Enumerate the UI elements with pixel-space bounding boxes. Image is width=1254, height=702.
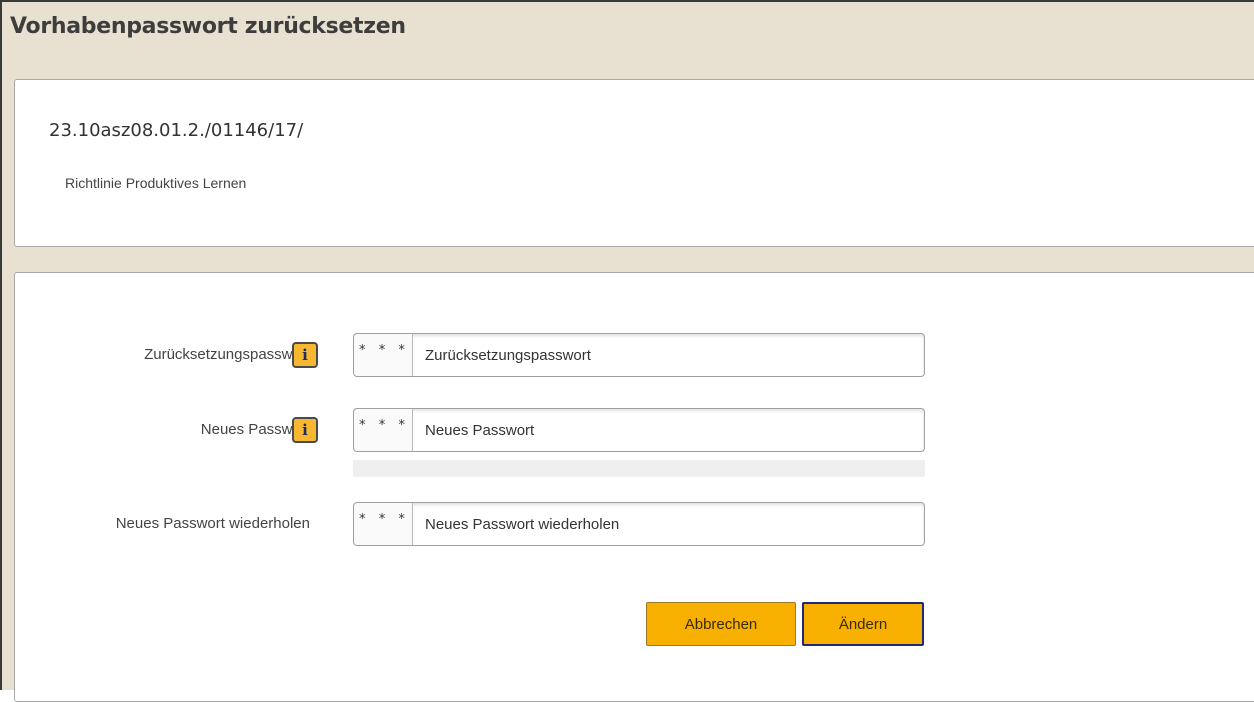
project-info-panel: 23.10asz08.01.2./01146/17/ Richtlinie Pr… (14, 79, 1254, 247)
info-icon[interactable]: i (292, 342, 318, 368)
new-password-row: Neues Passwort i * * * (15, 408, 1015, 477)
password-mask-icon: * * * (354, 334, 413, 376)
new-password-field: * * * (353, 408, 925, 452)
dialog-title: Vorhabenpasswort zurücksetzen (10, 14, 406, 39)
repeat-password-field: * * * (353, 502, 925, 546)
project-id: 23.10asz08.01.2./01146/17/ (49, 120, 304, 141)
project-name: Richtlinie Produktives Lernen (65, 175, 247, 191)
reset-password-input[interactable] (413, 334, 923, 376)
reset-password-dialog: Vorhabenpasswort zurücksetzen 23.10asz08… (0, 0, 1254, 702)
reset-password-field: * * * (353, 333, 925, 377)
info-icon[interactable]: i (292, 417, 318, 443)
repeat-password-label: Neues Passwort wiederholen (115, 515, 310, 532)
reset-password-row: Zurücksetzungspasswort i * * * (15, 333, 1015, 377)
password-form-panel: Zurücksetzungspasswort i * * * Neues Pas… (14, 272, 1254, 702)
change-button[interactable]: Ändern (802, 602, 924, 646)
reset-password-label: Zurücksetzungspasswort (144, 346, 310, 363)
new-password-input[interactable] (413, 409, 923, 451)
password-mask-icon: * * * (354, 503, 413, 545)
action-row: Abbrechen Ändern (15, 602, 1015, 646)
repeat-password-input[interactable] (413, 503, 923, 545)
repeat-password-row: Neues Passwort wiederholen * * * (15, 502, 1015, 546)
password-mask-icon: * * * (354, 409, 413, 451)
cancel-button[interactable]: Abbrechen (646, 602, 796, 646)
password-strength-bar (353, 460, 925, 477)
